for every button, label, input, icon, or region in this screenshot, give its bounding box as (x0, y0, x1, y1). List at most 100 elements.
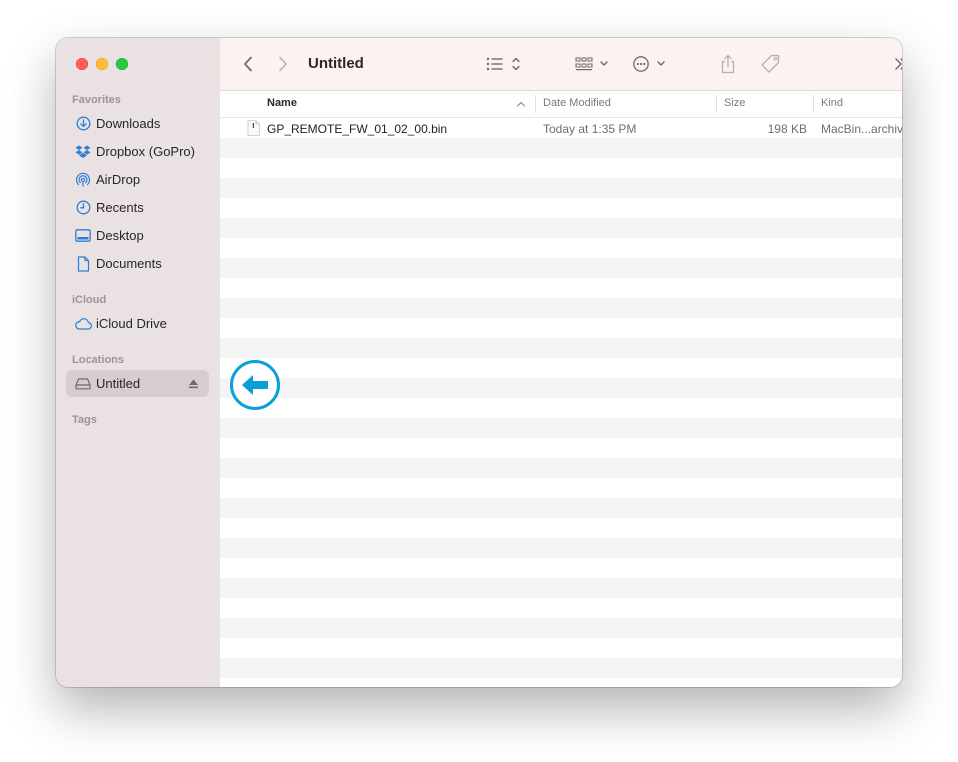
sidebar-item-label: Documents (96, 256, 162, 271)
empty-row (220, 398, 902, 418)
empty-row (220, 258, 902, 278)
back-arrow-badge (230, 360, 280, 410)
sidebar-section-favorites: Favorites (72, 94, 121, 106)
clock-icon (74, 199, 92, 217)
file-icon (247, 120, 260, 139)
column-size-header[interactable]: Size (724, 97, 745, 109)
empty-row (220, 658, 902, 678)
sidebar-section-icloud: iCloud (72, 294, 107, 306)
file-kind: MacBin...archive (821, 122, 902, 136)
sidebar-item-desktop[interactable]: Desktop (66, 222, 209, 249)
empty-row (220, 358, 902, 378)
empty-row (220, 278, 902, 298)
more-toolbar-items-button[interactable] (890, 53, 902, 75)
drive-icon (74, 375, 92, 393)
empty-row (220, 158, 902, 178)
share-icon (721, 54, 735, 74)
empty-row (220, 678, 902, 687)
file-name: GP_REMOTE_FW_01_02_00.bin (267, 122, 448, 136)
desktop-icon (74, 227, 92, 245)
sidebar-item-dropbox[interactable]: Dropbox (GoPro) (66, 138, 209, 165)
sidebar: Favorites Downloads Dropbox (GoPro) AirD… (56, 38, 220, 687)
window-controls (76, 58, 128, 70)
empty-row (220, 238, 902, 258)
empty-row (220, 558, 902, 578)
empty-row (220, 418, 902, 438)
sidebar-item-untitled[interactable]: Untitled (66, 370, 209, 397)
back-button[interactable] (238, 54, 258, 74)
tag-icon (761, 54, 780, 73)
column-divider[interactable] (813, 95, 814, 113)
column-date-modified-header[interactable]: Date Modified (543, 97, 611, 109)
ellipsis-circle-icon (633, 56, 665, 72)
view-mode-button[interactable] (484, 53, 526, 75)
empty-row (220, 378, 902, 398)
zoom-window-button[interactable] (116, 58, 128, 70)
sidebar-item-icloud-drive[interactable]: iCloud Drive (66, 310, 209, 337)
tags-button[interactable] (758, 52, 784, 76)
empty-row (220, 598, 902, 618)
column-header: Name Date Modified Size Kind (220, 91, 902, 118)
sidebar-item-label: iCloud Drive (96, 316, 167, 331)
empty-row (220, 318, 902, 338)
grid-group-icon (575, 57, 608, 71)
sidebar-item-recents[interactable]: Recents (66, 194, 209, 221)
empty-row (220, 498, 902, 518)
column-name-header[interactable]: Name (267, 97, 297, 109)
eject-icon[interactable] (188, 377, 199, 392)
chevron-right-icon (279, 56, 287, 72)
close-window-button[interactable] (76, 58, 88, 70)
double-chevron-right-icon (895, 58, 902, 70)
empty-row (220, 138, 902, 158)
document-icon (74, 255, 92, 273)
sidebar-item-label: Downloads (96, 116, 161, 131)
chevron-left-icon (244, 56, 252, 72)
sidebar-item-airdrop[interactable]: AirDrop (66, 166, 209, 193)
finder-window: Favorites Downloads Dropbox (GoPro) AirD… (56, 38, 902, 687)
dropbox-icon (74, 143, 92, 161)
empty-row (220, 618, 902, 638)
arrow-left-icon (242, 375, 268, 395)
empty-row (220, 518, 902, 538)
toolbar: Untitled (220, 38, 902, 91)
empty-row (220, 438, 902, 458)
column-kind-header[interactable]: Kind (821, 97, 843, 109)
sidebar-item-label: Dropbox (GoPro) (96, 144, 195, 159)
sidebar-item-label: Recents (96, 200, 144, 215)
file-date-modified: Today at 1:35 PM (543, 122, 637, 136)
empty-row (220, 218, 902, 238)
list-view-icon (486, 57, 520, 71)
file-list (220, 118, 902, 687)
airdrop-icon (74, 171, 92, 189)
forward-button[interactable] (273, 54, 293, 74)
group-button[interactable] (574, 53, 612, 75)
empty-row (220, 178, 902, 198)
window-title: Untitled (308, 55, 364, 72)
sidebar-item-label: Untitled (96, 376, 141, 391)
action-menu-button[interactable] (632, 53, 672, 75)
sort-ascending-icon[interactable] (516, 99, 526, 109)
sidebar-section-locations: Locations (72, 354, 124, 366)
sidebar-item-label: AirDrop (96, 172, 141, 187)
download-icon (74, 115, 92, 133)
empty-row (220, 638, 902, 658)
file-size: 198 KB (767, 122, 807, 136)
share-button[interactable] (717, 52, 739, 76)
empty-row (220, 338, 902, 358)
file-row[interactable]: GP_REMOTE_FW_01_02_00.bin Today at 1:35 … (220, 118, 902, 138)
cloud-icon (74, 315, 92, 333)
sidebar-item-label: Desktop (96, 228, 144, 243)
empty-row (220, 538, 902, 558)
column-divider[interactable] (716, 95, 717, 113)
empty-row (220, 578, 902, 598)
sidebar-section-tags: Tags (72, 414, 97, 426)
sidebar-item-documents[interactable]: Documents (66, 250, 209, 277)
sidebar-item-downloads[interactable]: Downloads (66, 110, 209, 137)
empty-row (220, 478, 902, 498)
minimize-window-button[interactable] (96, 58, 108, 70)
empty-row (220, 458, 902, 478)
empty-row (220, 198, 902, 218)
main-content: Untitled Name Date Modified Size Kind GP… (220, 38, 902, 687)
empty-row (220, 298, 902, 318)
column-divider[interactable] (535, 95, 536, 113)
